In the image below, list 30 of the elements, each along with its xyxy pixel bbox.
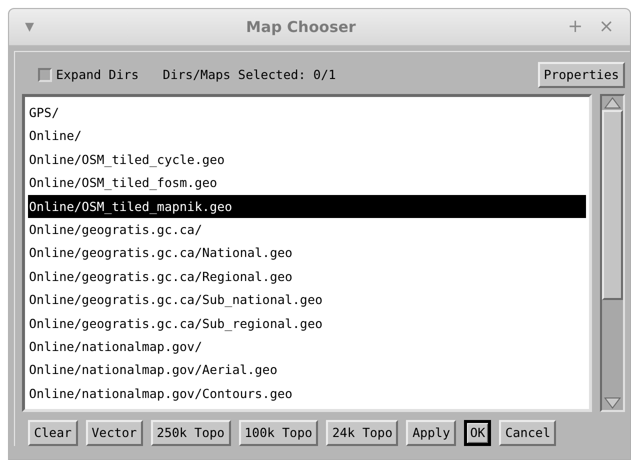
map-list-item[interactable]: Online/geogratis.gc.ca/Sub_national.geo — [28, 288, 586, 312]
scroll-thumb[interactable] — [602, 110, 623, 300]
selection-count: Dirs/Maps Selected: 0/1 — [162, 66, 336, 84]
scrollbar[interactable] — [600, 94, 625, 412]
dialog-button[interactable]: 250k Topo — [150, 420, 231, 446]
map-list-item[interactable]: Online/geogratis.gc.ca/Regional.geo — [28, 264, 586, 288]
scroll-up-arrow-icon[interactable] — [602, 96, 623, 110]
map-list-item[interactable]: Online/nationalmap.gov/ — [28, 334, 586, 358]
dialog-button[interactable]: 24k Topo — [326, 420, 398, 446]
map-list-item[interactable]: Online/geogratis.gc.ca/National.geo — [28, 241, 586, 265]
map-list-item[interactable]: Online/nationalmap.gov/Aerial.geo — [28, 358, 586, 382]
window-title: Map Chooser — [246, 16, 356, 38]
map-list-item[interactable]: Online/OSM_tiled_cycle.geo — [28, 148, 586, 172]
map-list-item[interactable]: Online/ — [28, 124, 586, 148]
dialog-button[interactable]: OK — [464, 420, 492, 446]
scroll-down-arrow-icon[interactable] — [602, 396, 623, 410]
properties-button[interactable]: Properties — [538, 62, 625, 88]
expand-dirs-checkbox[interactable] — [38, 68, 52, 82]
map-list-item[interactable]: Online/geogratis.gc.ca/Sub_regional.geo — [28, 312, 586, 335]
dialog-button[interactable]: Apply — [406, 420, 456, 446]
map-list-item[interactable]: Online/OSM_tiled_fosm.geo — [28, 171, 586, 195]
map-list-item[interactable]: Online/nationalmap.gov/Contours.geo — [28, 382, 586, 406]
map-list-item[interactable]: GPS/ — [28, 101, 586, 124]
dialog-button[interactable]: Cancel — [499, 420, 556, 446]
map-list-item[interactable]: Online/geogratis.gc.ca/ — [28, 218, 586, 242]
map-list-item[interactable]: Online/OSM_tiled_mapnik.geo — [28, 194, 586, 218]
dialog-button[interactable]: Clear — [28, 420, 78, 446]
dialog-button[interactable]: Vector — [86, 420, 143, 446]
expand-dirs-label: Expand Dirs — [56, 66, 139, 84]
dialog-button[interactable]: 100k Topo — [238, 420, 318, 446]
